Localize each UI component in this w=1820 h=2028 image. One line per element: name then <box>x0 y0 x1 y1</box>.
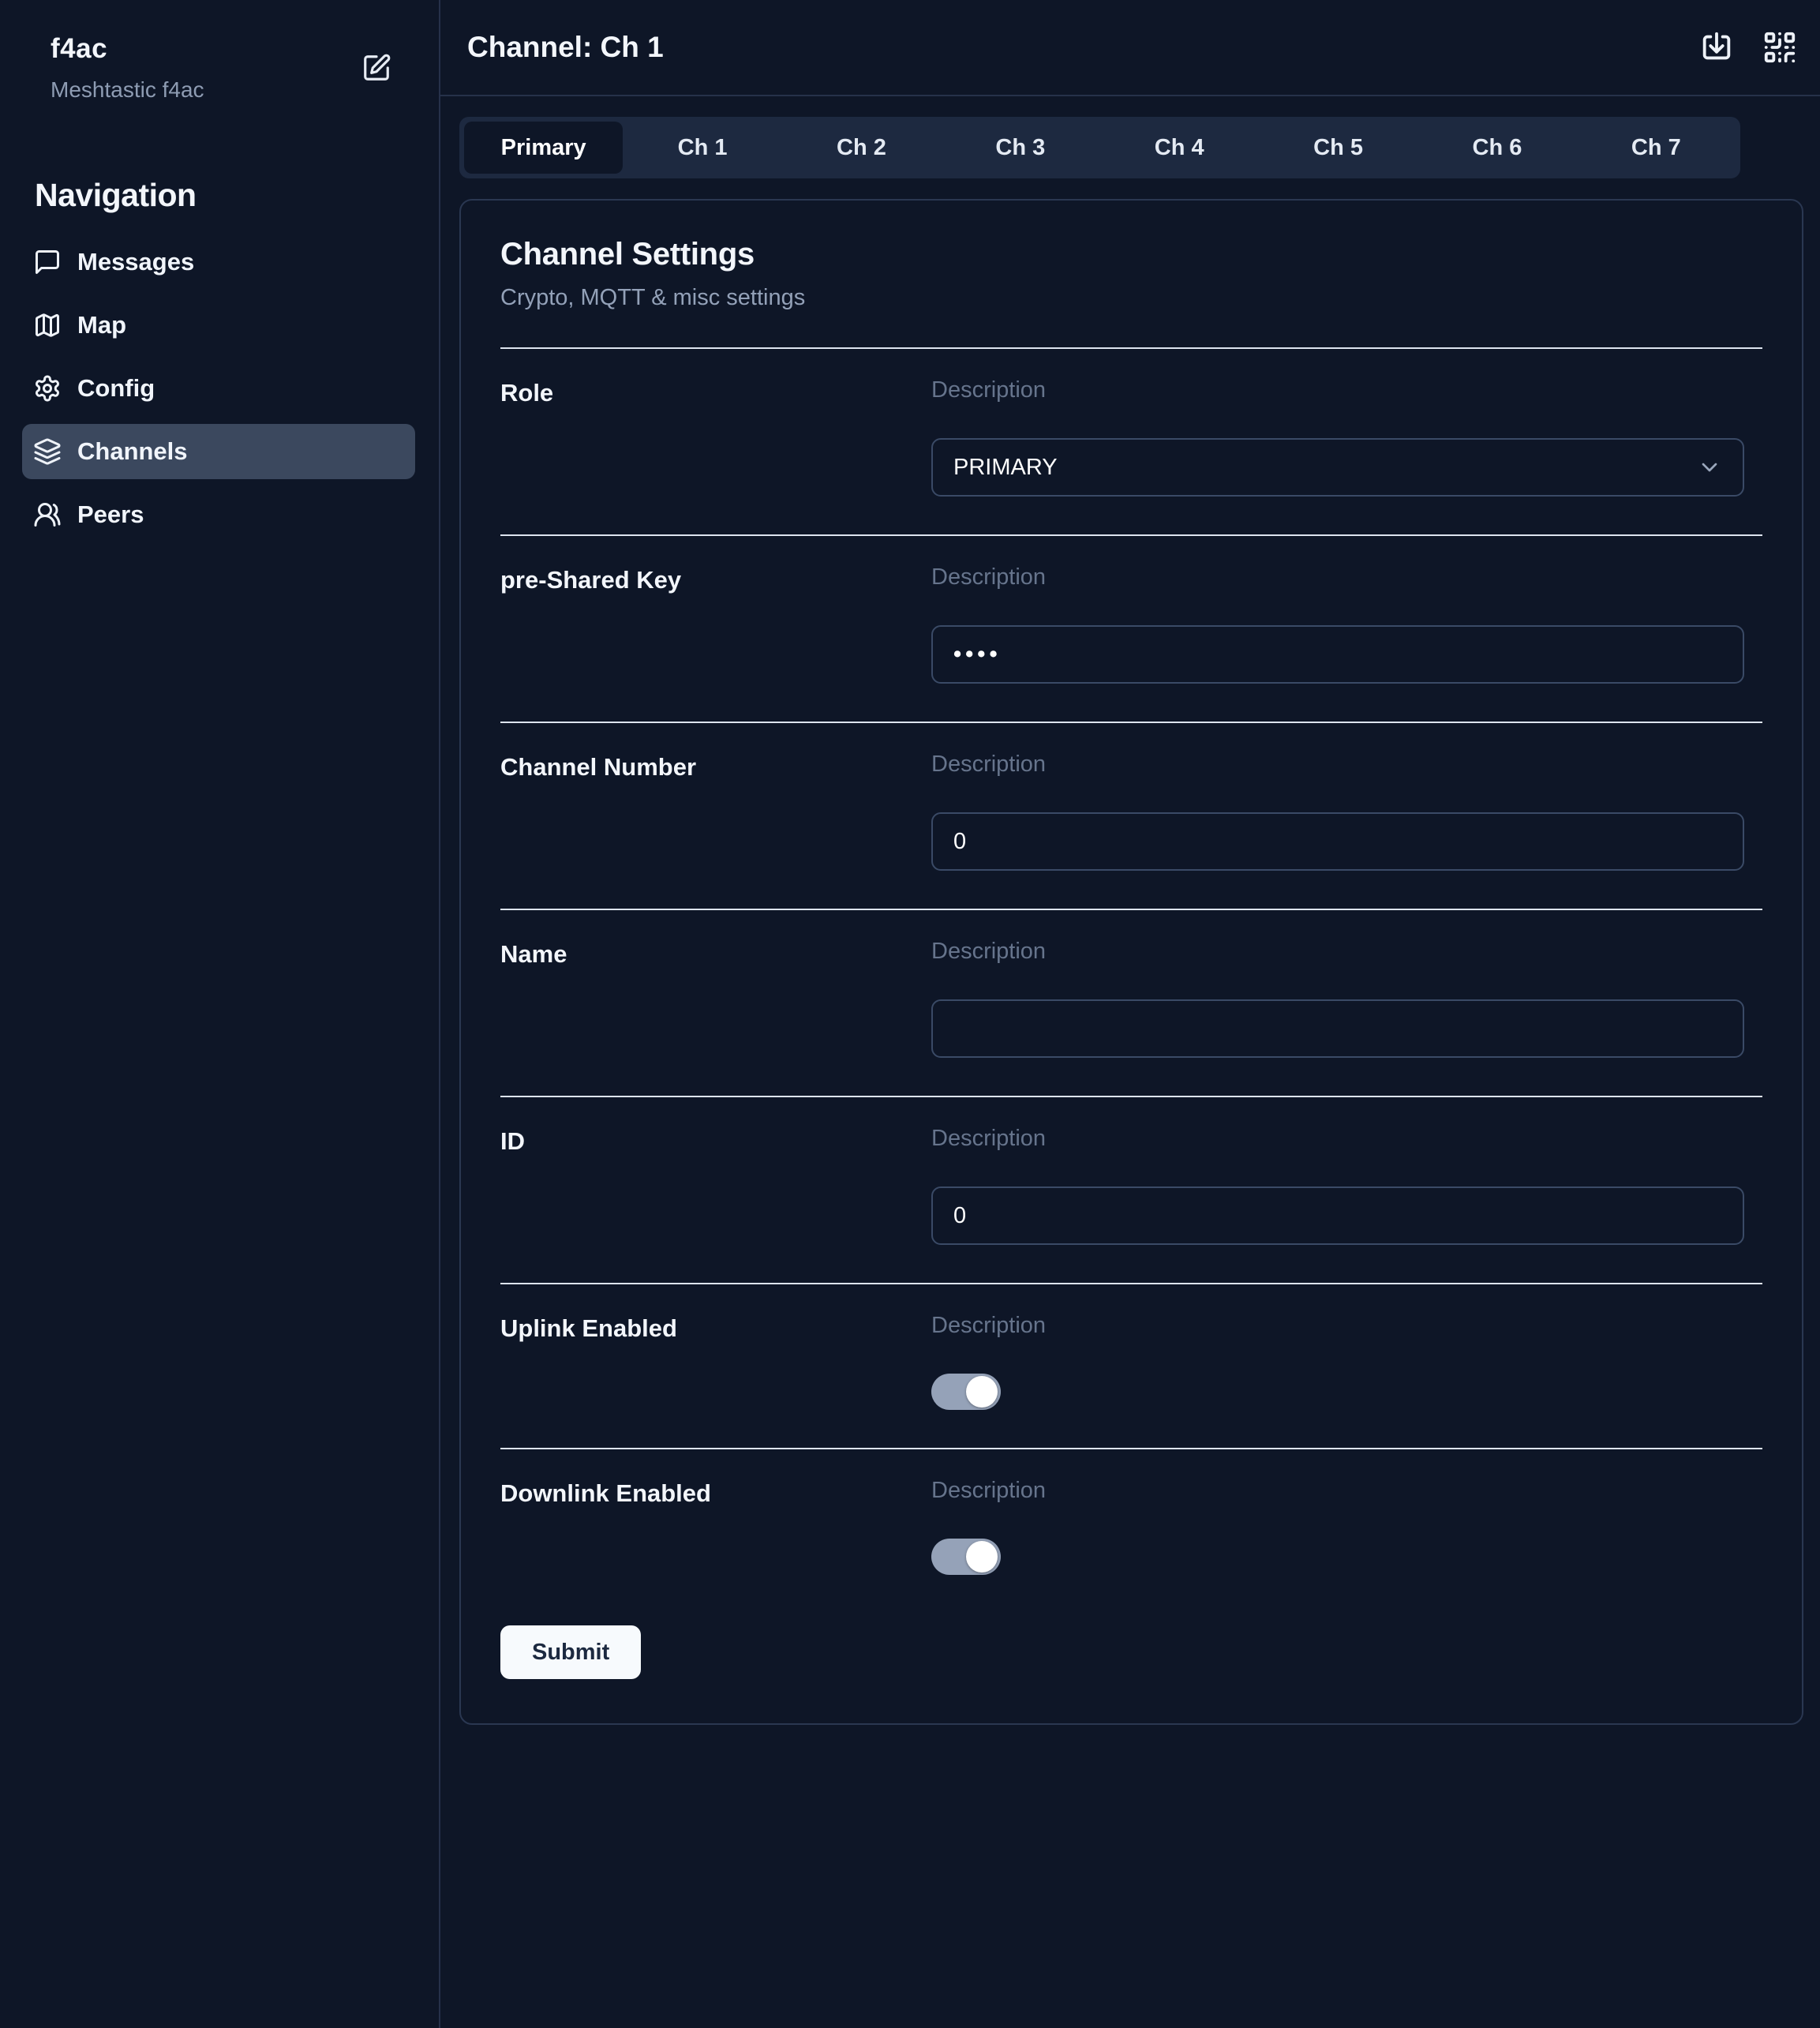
field-row-uplink: Uplink Enabled Description <box>500 1284 1762 1449</box>
role-select[interactable]: PRIMARY <box>931 438 1744 497</box>
submit-button[interactable]: Submit <box>500 1625 641 1679</box>
tab-ch3[interactable]: Ch 3 <box>941 122 1099 174</box>
header-actions <box>1698 29 1798 66</box>
edit-device-button[interactable] <box>361 53 391 83</box>
field-row-id: ID Description <box>500 1097 1762 1284</box>
field-label: Channel Number <box>500 752 931 871</box>
psk-input[interactable] <box>931 625 1744 684</box>
field-description: Description <box>931 939 1762 965</box>
tab-ch6[interactable]: Ch 6 <box>1417 122 1576 174</box>
toggle-knob <box>966 1541 998 1573</box>
page-title: Channel: Ch 1 <box>467 31 664 64</box>
device-name: f4ac <box>51 33 204 65</box>
device-info: f4ac Meshtastic f4ac <box>51 33 204 103</box>
channel-number-input[interactable] <box>931 812 1744 871</box>
tab-ch1[interactable]: Ch 1 <box>623 122 781 174</box>
downlink-toggle[interactable] <box>931 1539 1001 1575</box>
field-content: Description <box>931 939 1762 1058</box>
sidebar-item-map[interactable]: Map <box>22 298 415 353</box>
card-title: Channel Settings <box>500 237 1762 272</box>
content-area: Primary Ch 1 Ch 2 Ch 3 Ch 4 Ch 5 Ch 6 Ch… <box>440 96 1820 1725</box>
field-description: Description <box>931 1478 1762 1504</box>
tab-ch4[interactable]: Ch 4 <box>1100 122 1259 174</box>
map-icon <box>33 311 62 339</box>
qr-code-button[interactable] <box>1762 29 1798 66</box>
name-input[interactable] <box>931 999 1744 1058</box>
channel-tabs: Primary Ch 1 Ch 2 Ch 3 Ch 4 Ch 5 Ch 6 Ch… <box>459 117 1740 178</box>
field-content: Description <box>931 1478 1762 1575</box>
channel-settings-card: Channel Settings Crypto, MQTT & misc set… <box>459 199 1803 1725</box>
chevron-down-icon <box>1697 455 1722 480</box>
field-label: Uplink Enabled <box>500 1313 931 1410</box>
sidebar-item-messages[interactable]: Messages <box>22 234 415 290</box>
tab-ch5[interactable]: Ch 5 <box>1259 122 1417 174</box>
message-square-icon <box>33 248 62 276</box>
sidebar-item-label: Config <box>77 374 155 403</box>
import-channel-button[interactable] <box>1698 29 1735 66</box>
uplink-toggle[interactable] <box>931 1374 1001 1410</box>
field-row-downlink: Downlink Enabled Description <box>500 1449 1762 1575</box>
field-label: ID <box>500 1126 931 1245</box>
users-icon <box>33 500 62 529</box>
square-pen-icon <box>361 53 391 83</box>
sidebar-item-config[interactable]: Config <box>22 361 415 416</box>
field-description: Description <box>931 1126 1762 1152</box>
field-content: Description <box>931 1126 1762 1245</box>
page-header: Channel: Ch 1 <box>440 0 1820 96</box>
field-content: Description <box>931 564 1762 684</box>
device-subtitle: Meshtastic f4ac <box>51 77 204 103</box>
sidebar-nav: Messages Map Config <box>22 234 415 542</box>
sidebar-item-label: Map <box>77 311 126 339</box>
nav-heading: Navigation <box>35 177 439 214</box>
field-content: Description <box>931 752 1762 871</box>
sidebar-item-peers[interactable]: Peers <box>22 487 415 542</box>
field-label: Name <box>500 939 931 1058</box>
sidebar: f4ac Meshtastic f4ac Navigation Messages <box>0 0 440 2028</box>
field-row-role: Role Description PRIMARY <box>500 349 1762 536</box>
toggle-knob <box>966 1376 998 1408</box>
device-header: f4ac Meshtastic f4ac <box>51 33 391 103</box>
card-subtitle: Crypto, MQTT & misc settings <box>500 285 1762 311</box>
sidebar-item-label: Messages <box>77 248 194 276</box>
role-select-value: PRIMARY <box>953 455 1058 481</box>
id-input[interactable] <box>931 1186 1744 1245</box>
field-row-name: Name Description <box>500 910 1762 1097</box>
tab-primary[interactable]: Primary <box>464 122 623 174</box>
field-description: Description <box>931 564 1762 590</box>
sidebar-item-label: Channels <box>77 437 188 466</box>
sidebar-item-label: Peers <box>77 500 144 529</box>
qr-code-icon <box>1762 29 1798 66</box>
field-row-psk: pre-Shared Key Description <box>500 536 1762 723</box>
field-description: Description <box>931 377 1762 403</box>
layers-icon <box>33 437 62 466</box>
field-content: Description PRIMARY <box>931 377 1762 497</box>
field-content: Description <box>931 1313 1762 1410</box>
field-row-channel-number: Channel Number Description <box>500 723 1762 910</box>
sidebar-item-channels[interactable]: Channels <box>22 424 415 479</box>
field-label: pre-Shared Key <box>500 564 931 684</box>
field-label: Downlink Enabled <box>500 1478 931 1575</box>
field-description: Description <box>931 752 1762 778</box>
gear-icon <box>33 374 62 403</box>
tab-ch7[interactable]: Ch 7 <box>1577 122 1736 174</box>
download-icon <box>1698 29 1735 66</box>
field-label: Role <box>500 377 931 497</box>
tab-ch2[interactable]: Ch 2 <box>782 122 941 174</box>
field-description: Description <box>931 1313 1762 1339</box>
main-area: Channel: Ch 1 <box>440 0 1820 2028</box>
